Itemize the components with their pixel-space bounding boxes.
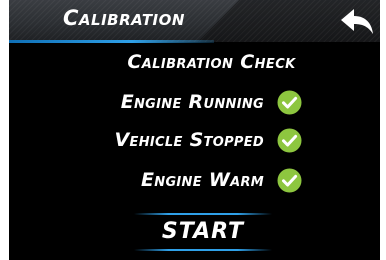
start-button-top-line [134,213,272,215]
start-button-label: START [161,219,245,244]
start-button-bottom-line [134,249,272,251]
condition-label: Engine Warm [140,169,264,191]
calibration-screen: Calibration Calibration Check Engine Run… [9,0,380,260]
back-button[interactable] [339,7,375,37]
condition-vehicle-stopped: Vehicle Stopped [115,126,302,154]
back-arrow-icon [339,7,375,37]
condition-engine-running: Engine Running [121,88,302,116]
condition-label: Vehicle Stopped [114,129,264,151]
page-title: Calibration [63,6,185,30]
check-circle-icon [277,90,302,115]
check-circle-icon [277,168,302,193]
check-circle-icon [277,128,302,153]
condition-label: Engine Running [120,91,264,113]
condition-engine-warm: Engine Warm [141,166,302,194]
start-button[interactable]: START [134,213,272,253]
header-accent-line [9,40,214,43]
calibration-check-heading: Calibration Check [127,51,296,73]
